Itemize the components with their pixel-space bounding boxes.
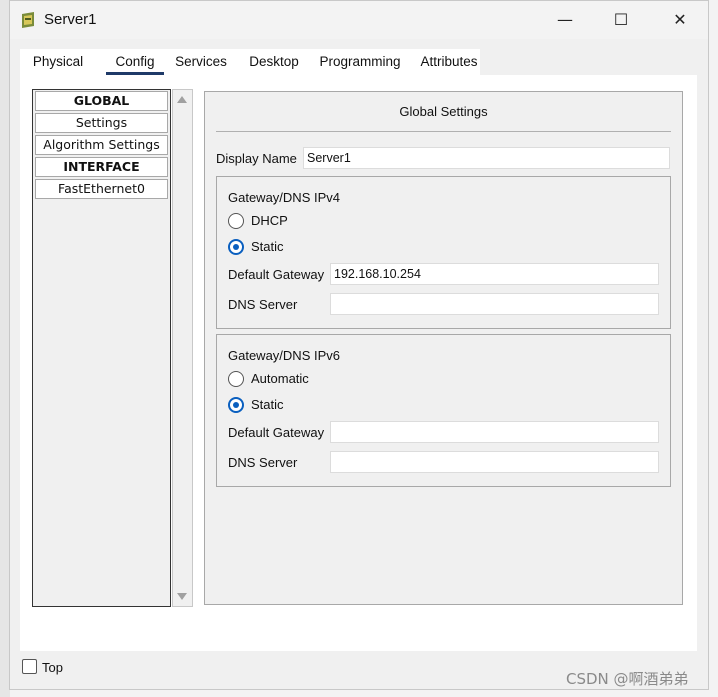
ipv6-dns-input[interactable] [330,451,659,473]
ipv4-static-radio[interactable] [228,239,244,255]
ipv6-group-title: Gateway/DNS IPv6 [228,348,340,363]
sidebar-item-settings[interactable]: Settings [35,113,168,133]
config-sidebar: GLOBAL Settings Algorithm Settings INTER… [32,89,171,607]
global-settings-pane: Global Settings Display Name Server1 Gat… [204,91,683,605]
window-title: Server1 [44,11,97,28]
scroll-up-arrow-icon[interactable] [177,96,187,103]
sidebar-item-interface[interactable]: INTERFACE [35,157,168,177]
tab-bar: Physical Config Services Desktop Program… [20,49,482,76]
ipv4-gateway-input[interactable]: 192.168.10.254 [330,263,659,285]
ipv4-dns-label: DNS Server [228,297,298,312]
ipv4-group: Gateway/DNS IPv4 DHCP Static Default Gat… [216,176,671,329]
sidebar-scrollbar[interactable] [172,89,193,607]
ipv4-dns-input[interactable] [330,293,659,315]
ipv6-dns-label: DNS Server [228,455,298,470]
ipv6-automatic-radio[interactable] [228,371,244,387]
scroll-down-arrow-icon[interactable] [177,593,187,600]
server-app-icon [22,12,34,28]
section-divider [216,131,671,132]
tab-physical[interactable]: Physical [30,49,86,75]
ipv6-static-label[interactable]: Static [251,397,284,412]
csdn-watermark: CSDN @啊酒弟弟 [566,670,689,688]
ipv4-group-title: Gateway/DNS IPv4 [228,190,340,205]
maximize-button[interactable]: ☐ [606,9,636,31]
ipv4-dhcp-radio[interactable] [228,213,244,229]
close-button[interactable]: ✕ [665,9,695,31]
display-name-input[interactable]: Server1 [303,147,670,169]
tab-services[interactable]: Services [172,49,230,75]
tab-attributes[interactable]: Attributes [416,49,482,75]
ipv4-gateway-label: Default Gateway [228,267,325,282]
ipv4-dhcp-label[interactable]: DHCP [251,213,288,228]
display-name-label: Display Name [216,151,297,166]
title-bar[interactable]: Server1 — ☐ ✕ [10,1,708,39]
server-config-window: Server1 — ☐ ✕ Physical Config Services D… [9,0,709,690]
ipv6-gateway-label: Default Gateway [228,425,325,440]
ipv6-group: Gateway/DNS IPv6 Automatic Static Defaul… [216,334,671,487]
tab-desktop[interactable]: Desktop [242,49,306,75]
top-checkbox-label[interactable]: Top [42,660,63,675]
minimize-button[interactable]: — [550,9,580,31]
ipv4-static-label[interactable]: Static [251,239,284,254]
top-checkbox[interactable] [22,659,37,674]
sidebar-item-global[interactable]: GLOBAL [35,91,168,111]
ipv6-static-radio[interactable] [228,397,244,413]
sidebar-item-fastethernet0[interactable]: FastEthernet0 [35,179,168,199]
ipv6-gateway-input[interactable] [330,421,659,443]
tab-programming[interactable]: Programming [316,49,404,75]
ipv6-automatic-label[interactable]: Automatic [251,371,309,386]
sidebar-item-algorithm-settings[interactable]: Algorithm Settings [35,135,168,155]
section-title: Global Settings [399,104,488,119]
